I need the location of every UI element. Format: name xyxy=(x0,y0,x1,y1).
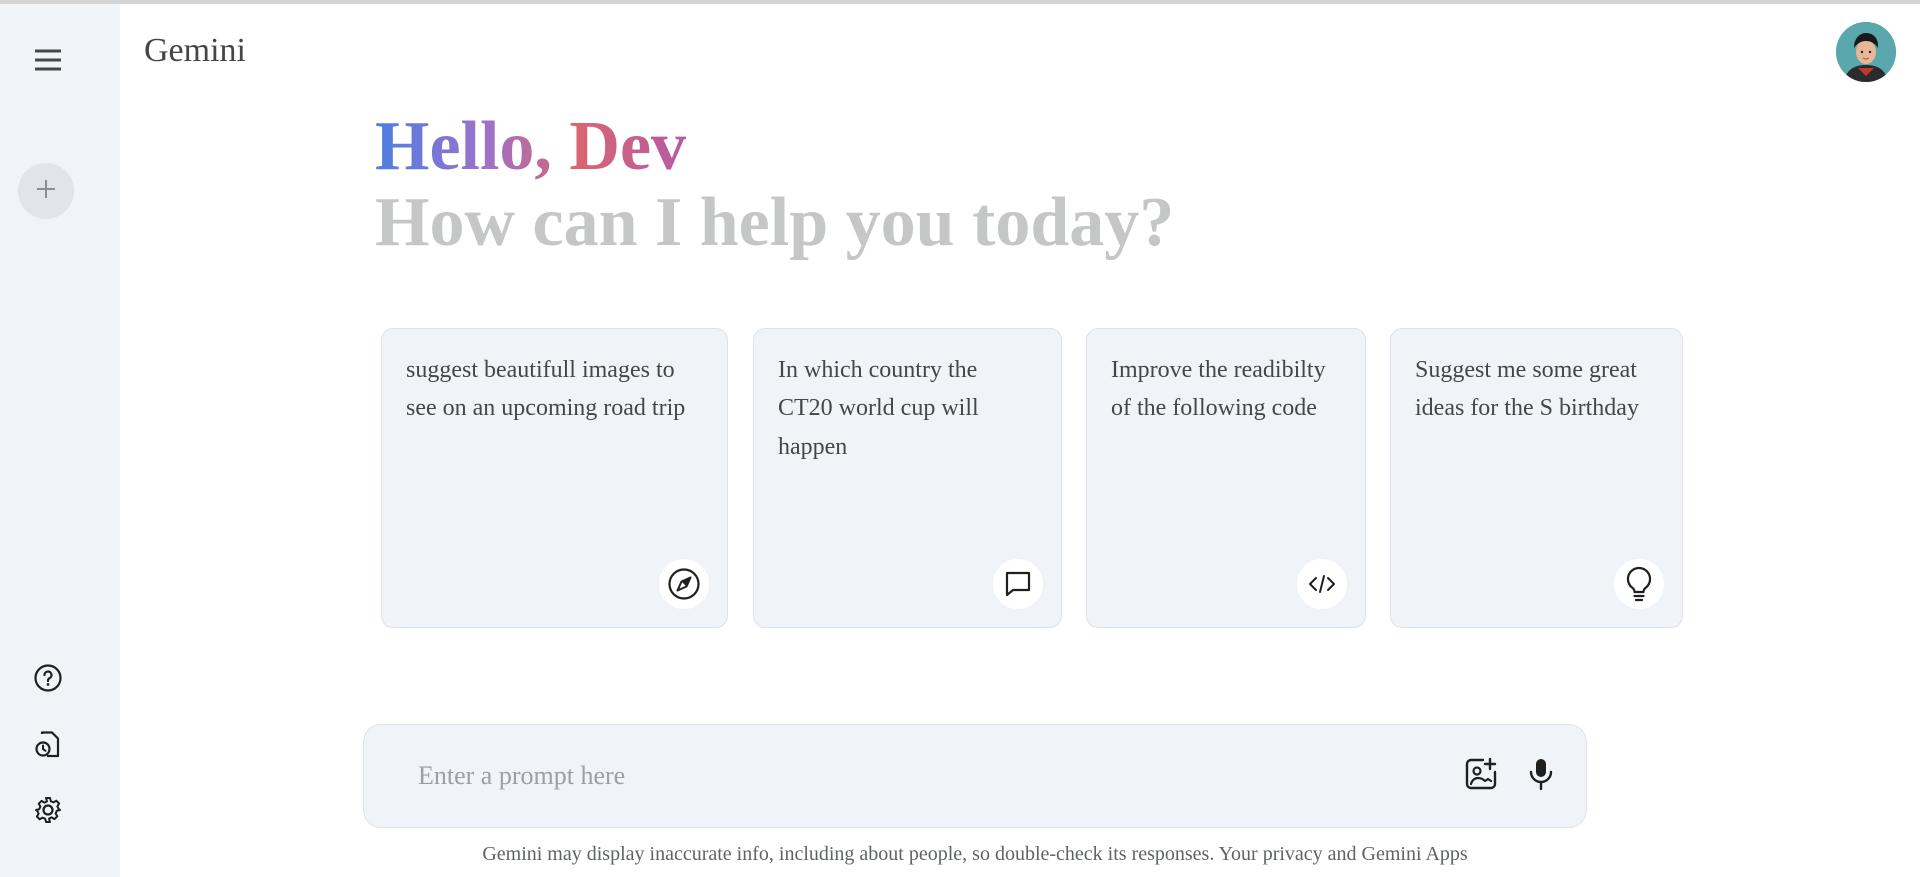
prompt-bar xyxy=(363,724,1587,828)
activity-icon xyxy=(33,729,63,764)
suggestion-card-3[interactable]: Improve the readibilty of the following … xyxy=(1086,328,1366,628)
suggestion-card-1[interactable]: suggest beautifull images to see on an u… xyxy=(381,328,728,628)
avatar[interactable] xyxy=(1836,22,1896,82)
disclaimer-text: Gemini may display inaccurate info, incl… xyxy=(482,843,1468,865)
prompt-input[interactable] xyxy=(418,751,1318,801)
greeting-subtitle: How can I help you today? xyxy=(375,184,1175,261)
sidebar xyxy=(0,4,120,877)
menu-icon xyxy=(34,49,62,76)
card-text: Suggest me some great ideas for the S bi… xyxy=(1415,357,1639,422)
chat-icon xyxy=(993,559,1043,609)
app-title: Gemini xyxy=(144,32,246,69)
card-text: In which country the CT20 world cup will… xyxy=(778,357,979,460)
plus-icon xyxy=(35,178,57,205)
suggestion-card-4[interactable]: Suggest me some great ideas for the S bi… xyxy=(1390,328,1683,628)
mic-button[interactable] xyxy=(1518,753,1564,799)
card-text: suggest beautifull images to see on an u… xyxy=(406,357,686,422)
greeting-title: Hello, Dev xyxy=(375,110,686,184)
suggestion-card-2[interactable]: In which country the CT20 world cup will… xyxy=(753,328,1062,628)
settings-icon xyxy=(33,795,63,830)
menu-button[interactable] xyxy=(28,42,68,82)
new-chat-button[interactable] xyxy=(18,163,74,219)
top-border xyxy=(0,0,1920,4)
settings-button[interactable] xyxy=(28,792,68,832)
activity-button[interactable] xyxy=(28,726,68,766)
help-button[interactable] xyxy=(28,660,68,700)
mic-icon xyxy=(1528,757,1554,796)
image-upload-button[interactable] xyxy=(1458,753,1504,799)
code-icon xyxy=(1297,559,1347,609)
greeting-hello: Hello, Dev xyxy=(375,108,687,185)
card-text: Improve the readibilty of the following … xyxy=(1111,357,1326,422)
bulb-icon xyxy=(1614,559,1664,609)
help-icon xyxy=(33,663,63,698)
compass-icon xyxy=(659,559,709,609)
image-upload-icon xyxy=(1463,756,1499,797)
